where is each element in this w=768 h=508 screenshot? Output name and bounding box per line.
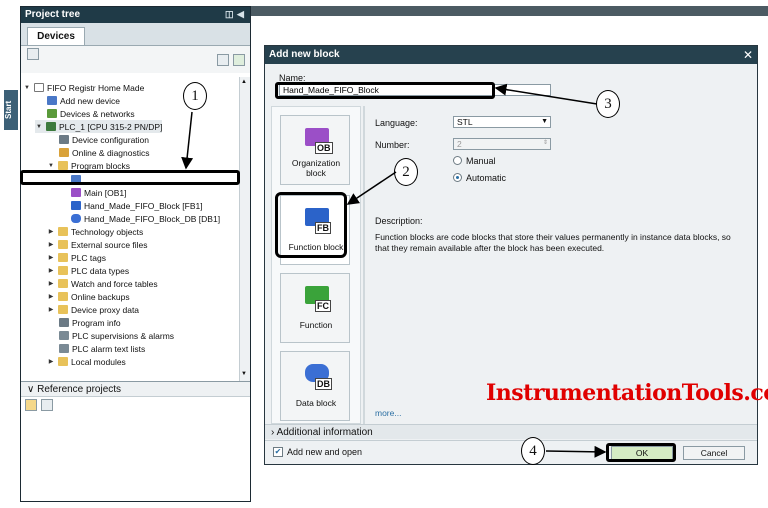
- arrow-2: [346, 171, 397, 205]
- watermark-text: InstrumentationTools.com: [486, 380, 768, 406]
- annotation-arrows: [181, 83, 607, 458]
- arrow-1: [181, 111, 194, 170]
- arrow-4: [545, 445, 607, 458]
- arrow-3: [494, 83, 598, 105]
